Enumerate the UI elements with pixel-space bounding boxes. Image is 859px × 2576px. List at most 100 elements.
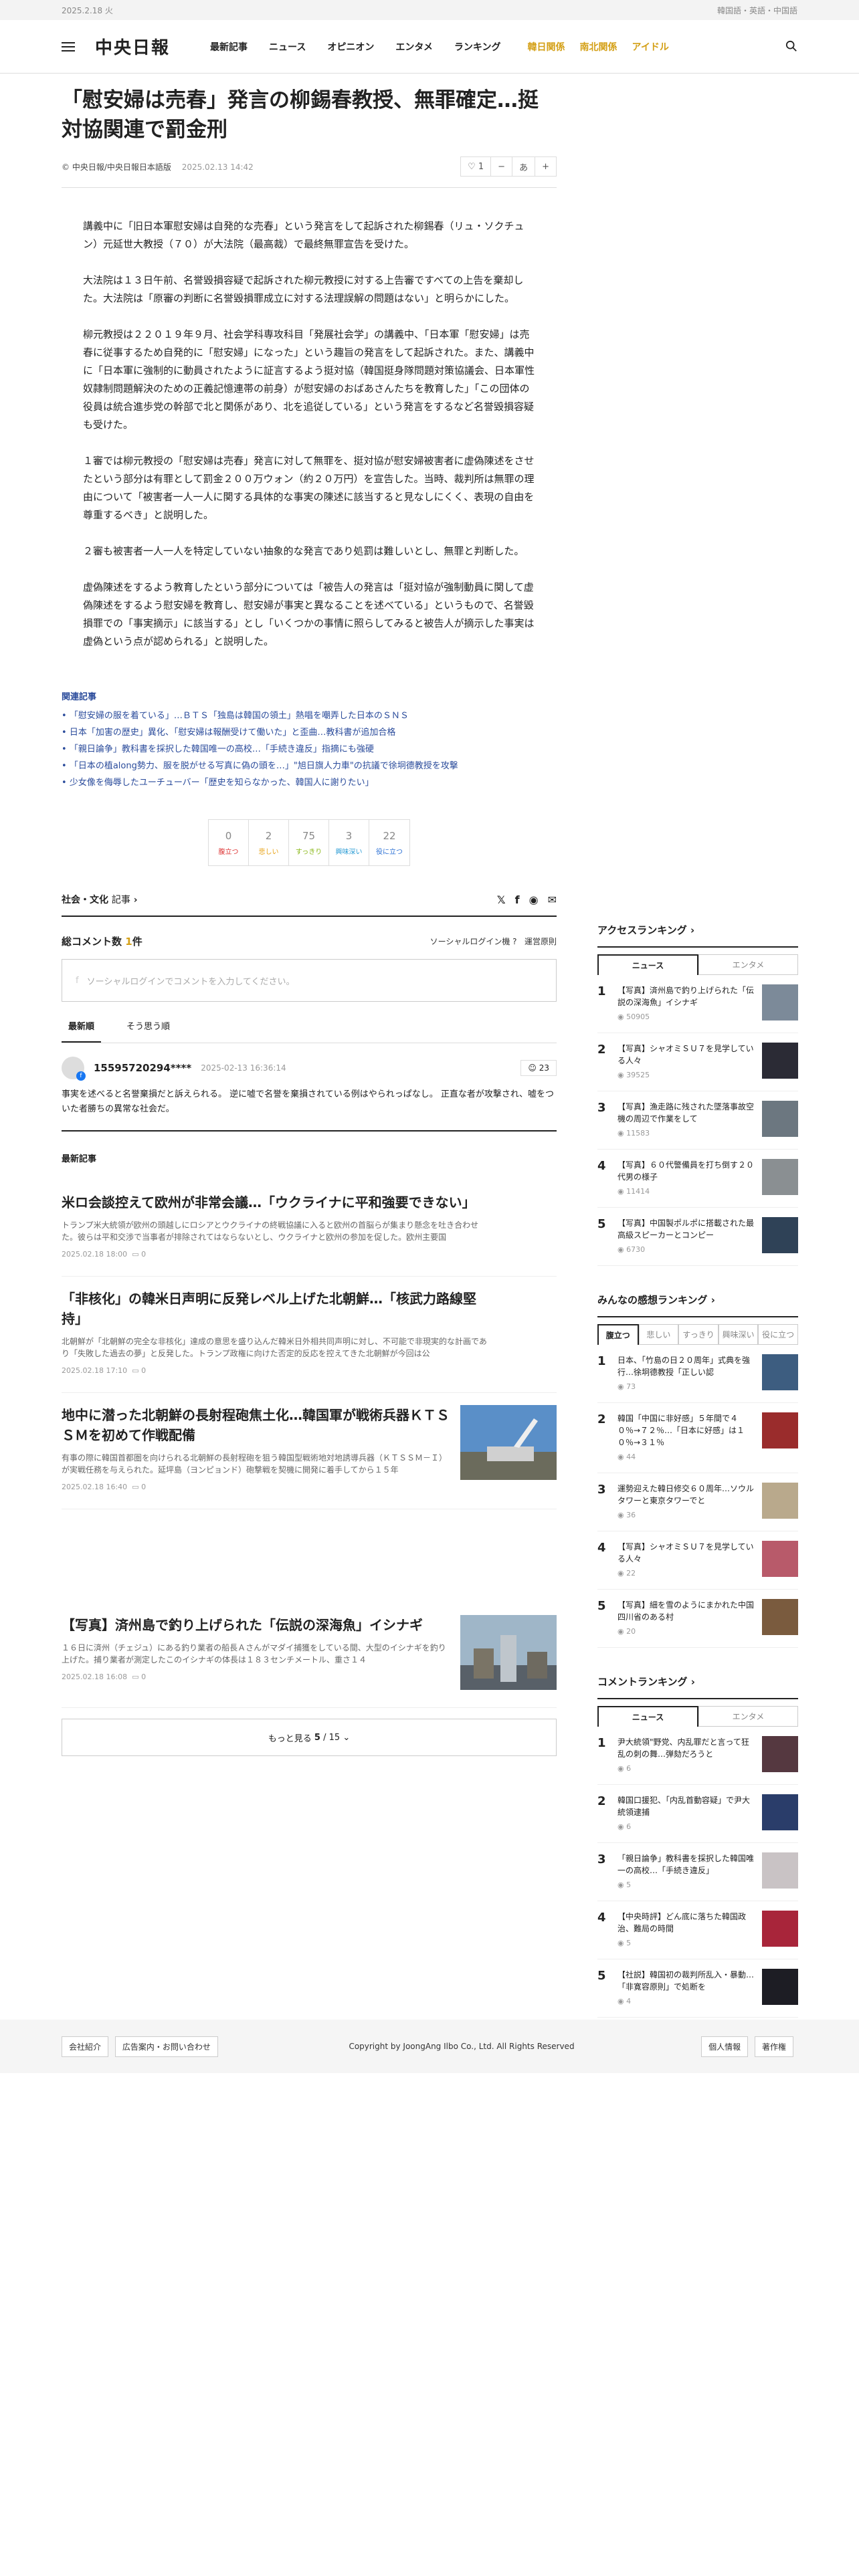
category-suffix[interactable]: 記事: [112, 895, 130, 905]
font-increase-button[interactable]: +: [535, 157, 556, 176]
ranking-thumbnail[interactable]: [762, 1794, 798, 1830]
tab-angry[interactable]: 腹立つ: [597, 1324, 639, 1345]
latest-article[interactable]: 【写真】済州島で釣り上げられた「伝説の深海魚」イシナギ １６日に済州（チェジュ）に…: [62, 1603, 557, 1708]
tab-interesting[interactable]: 興味深い: [718, 1324, 759, 1345]
ranking-item[interactable]: 5 【写真】細を雪のようにまかれた中国四川省のある村 ◉ 20: [597, 1590, 798, 1648]
more-button[interactable]: もっと見る 5 / 15 ⌄: [62, 1719, 557, 1756]
ranking-thumbnail[interactable]: [762, 1852, 798, 1889]
tab-news[interactable]: ニュース: [597, 1706, 698, 1727]
ranking-thumbnail[interactable]: [762, 1217, 798, 1253]
latest-article-title[interactable]: 米ロ会談控えて欧州が非常会議…「ウクライナに平和強要できない」: [62, 1192, 490, 1212]
comment-like-button[interactable]: ☺ 23: [520, 1060, 557, 1076]
ad-contact-link[interactable]: 広告案内・お問い合わせ: [114, 2036, 218, 2057]
ranking-title[interactable]: 【写真】中国製ポルポに搭載された最高級スピーカーとコンピー: [617, 1217, 755, 1241]
ranking-title[interactable]: 「親日論争」教科書を採択した韓国唯一の高校…「手続き違反」: [617, 1852, 755, 1876]
latest-article-title[interactable]: 「非核化」の韓米日声明に反発レベル上げた北朝鮮…「核武力路線堅持」: [62, 1289, 490, 1329]
comment-input[interactable]: f ソーシャルログインでコメントを入力してください。: [62, 959, 557, 1002]
ranking-item[interactable]: 5 【社説】韓国初の裁判所乱入・暴動…「非寛容原則」で処断を ◉ 4: [597, 1959, 798, 2018]
emotion-ranking-heading[interactable]: みんなの感想ランキング: [597, 1294, 708, 1306]
ranking-item[interactable]: 1 日本、「竹島の日２０周年」式典を強行…徐坰德教授「正しい認 ◉ 73: [597, 1345, 798, 1403]
related-link[interactable]: 少女像を侮辱したユーチューバー「歴史を知らなかった、韓国人に謝りたい」: [62, 774, 557, 791]
ranking-title[interactable]: 【写真】済州島で釣り上げられた「伝説の深海魚」イシナギ: [617, 984, 755, 1008]
latest-article[interactable]: 米ロ会談控えて欧州が非常会議…「ウクライナに平和強要できない」 トランプ米大統領が…: [62, 1180, 557, 1277]
related-link[interactable]: 「日本の植along勢力、服を脱がせる写真に偽の頭を…」"旭日旗人力車"の抗議で…: [62, 758, 557, 774]
tab-refreshing[interactable]: すっきり: [678, 1324, 719, 1345]
nav-opinion[interactable]: オピニオン: [327, 40, 374, 53]
nav-entertainment[interactable]: エンタメ: [395, 40, 433, 53]
ranking-item[interactable]: 1 【写真】済州島で釣り上げられた「伝説の深海魚」イシナギ ◉ 50905: [597, 975, 798, 1033]
company-link[interactable]: 会社紹介: [62, 2036, 109, 2057]
menu-icon[interactable]: [62, 41, 75, 51]
ranking-thumbnail[interactable]: [762, 1911, 798, 1947]
language-links[interactable]: 韓国語・英語・中国語: [717, 5, 797, 16]
ranking-thumbnail[interactable]: [762, 1101, 798, 1137]
ranking-thumbnail[interactable]: [762, 1043, 798, 1079]
ranking-item[interactable]: 4 【写真】６０代警備員を打ち倒す２０代男の様子 ◉ 11414: [597, 1150, 798, 1208]
ranking-thumbnail[interactable]: [762, 1412, 798, 1448]
ranking-title[interactable]: 運勢迎えた韓日修交６０周年…ソウルタワーと東京タワーでと: [617, 1483, 755, 1507]
ranking-item[interactable]: 4 【中央時評】どん底に落ちた韓国政治、難局の時間 ◉ 5: [597, 1901, 798, 1959]
nav-ranking[interactable]: ランキング: [454, 40, 501, 53]
ranking-title[interactable]: 【写真】シャオミＳＵ７を見学している人々: [617, 1043, 755, 1067]
ranking-thumbnail[interactable]: [762, 1483, 798, 1519]
nav-korea-japan[interactable]: 韓日関係: [528, 40, 565, 53]
font-decrease-button[interactable]: −: [491, 157, 513, 176]
ranking-title[interactable]: 【中央時評】どん底に落ちた韓国政治、難局の時間: [617, 1911, 755, 1935]
nav-north-south[interactable]: 南北関係: [580, 40, 617, 53]
search-icon[interactable]: [785, 40, 797, 52]
ranking-item[interactable]: 2 韓国「中国に非好感」５年間で４０％→７２％…「日本に好感」は１０％→３１％ ◉ …: [597, 1403, 798, 1473]
latest-article[interactable]: 地中に潜った北朝鮮の長射程砲焦土化…韓国軍が戦術兵器ＫＴＳＳＭを初めて作戦配備有…: [62, 1393, 557, 1509]
reaction-button[interactable]: 2 悲しい: [249, 820, 289, 865]
ranking-item[interactable]: 4 【写真】シャオミＳＵ７を見学している人々 ◉ 22: [597, 1531, 798, 1590]
latest-article[interactable]: 「非核化」の韓米日声明に反発レベル上げた北朝鮮…「核武力路線堅持」 北朝鮮が「北朝…: [62, 1277, 557, 1393]
reaction-button[interactable]: 3 興味深い: [329, 820, 369, 865]
ranking-title[interactable]: 【写真】シャオミＳＵ７を見学している人々: [617, 1541, 755, 1565]
article-thumbnail[interactable]: [460, 1615, 557, 1690]
latest-article-title[interactable]: 地中に潜った北朝鮮の長射程砲焦土化…韓国軍が戦術兵器ＫＴＳＳＭを初めて作戦配備: [62, 1405, 450, 1445]
tab-agree[interactable]: そう思う順: [120, 1019, 177, 1043]
ranking-thumbnail[interactable]: [762, 1541, 798, 1577]
access-ranking-heading[interactable]: アクセスランキング: [597, 924, 687, 936]
tab-sad[interactable]: 悲しい: [638, 1324, 679, 1345]
reaction-button[interactable]: 22 役に立つ: [369, 820, 409, 865]
tab-entertainment[interactable]: エンタメ: [698, 954, 798, 975]
ranking-thumbnail[interactable]: [762, 1599, 798, 1635]
ranking-title[interactable]: 韓国「中国に非好感」５年間で４０％→７２％…「日本に好感」は１０％→３１％: [617, 1412, 755, 1448]
ranking-thumbnail[interactable]: [762, 1159, 798, 1195]
latest-article-title[interactable]: 【写真】済州島で釣り上げられた「伝説の深海魚」イシナギ: [62, 1615, 450, 1635]
related-link[interactable]: 「慰安婦の服を着ている」…ＢＴＳ「独島は韓国の領土」熱唱を嘲弄した日本のＳＮＳ: [62, 708, 557, 724]
nav-news[interactable]: ニュース: [269, 40, 306, 53]
tab-news[interactable]: ニュース: [597, 954, 698, 975]
tab-entertainment[interactable]: エンタメ: [698, 1706, 798, 1727]
mail-share-icon[interactable]: ✉: [548, 893, 557, 906]
nav-idol[interactable]: アイドル: [632, 40, 669, 53]
ranking-item[interactable]: 2 【写真】シャオミＳＵ７を見学している人々 ◉ 39525: [597, 1033, 798, 1091]
ranking-title[interactable]: 韓国口援犯、「内乱首動容疑」で尹大統領逮捕: [617, 1794, 755, 1818]
ranking-title[interactable]: 【写真】細を雪のようにまかれた中国四川省のある村: [617, 1599, 755, 1623]
policy-link[interactable]: 運営原則: [524, 937, 557, 946]
ranking-thumbnail[interactable]: [762, 1969, 798, 2005]
reaction-button[interactable]: 0 腹立つ: [209, 820, 249, 865]
ranking-title[interactable]: 【写真】漁走路に残された墜落事故空機の周辺で作業をして: [617, 1101, 755, 1125]
ranking-title[interactable]: 【社説】韓国初の裁判所乱入・暴動…「非寛容原則」で処断を: [617, 1969, 755, 1993]
ranking-item[interactable]: 1 尹大統領"野党、内乱罪だと言って狂乱の刺の舞…弾劾だろうと ◉ 6: [597, 1727, 798, 1785]
privacy-link[interactable]: 個人情報: [701, 2036, 749, 2057]
ranking-title[interactable]: 【写真】６０代警備員を打ち倒す２０代男の様子: [617, 1159, 755, 1183]
related-link[interactable]: 日本「加害の歴史」異化、「慰安婦は報酬受けて働いた」と歪曲…教科書が追加合格: [62, 724, 557, 741]
ranking-item[interactable]: 3 運勢迎えた韓日修交６０周年…ソウルタワーと東京タワーでと ◉ 36: [597, 1473, 798, 1531]
ranking-thumbnail[interactable]: [762, 1354, 798, 1390]
social-login-link[interactable]: ソーシャルログイン機: [430, 937, 510, 946]
like-button[interactable]: ♡ 1: [461, 157, 492, 176]
ranking-thumbnail[interactable]: [762, 1736, 798, 1772]
tab-newest[interactable]: 最新順: [62, 1019, 102, 1043]
category-label[interactable]: 社会・文化: [62, 895, 108, 905]
copyright-link[interactable]: 著作権: [754, 2036, 793, 2057]
ranking-item[interactable]: 3 【写真】漁走路に残された墜落事故空機の周辺で作業をして ◉ 11583: [597, 1091, 798, 1150]
ranking-item[interactable]: 5 【写真】中国製ポルポに搭載された最高級スピーカーとコンピー ◉ 6730: [597, 1208, 798, 1266]
ranking-title[interactable]: 尹大統領"野党、内乱罪だと言って狂乱の刺の舞…弾劾だろうと: [617, 1736, 755, 1760]
comment-ranking-heading[interactable]: コメントランキング: [597, 1676, 688, 1688]
ranking-title[interactable]: 日本、「竹島の日２０周年」式典を強行…徐坰德教授「正しい認: [617, 1354, 755, 1378]
ranking-thumbnail[interactable]: [762, 984, 798, 1021]
ranking-item[interactable]: 3 「親日論争」教科書を採択した韓国唯一の高校…「手続き違反」 ◉ 5: [597, 1843, 798, 1901]
site-logo[interactable]: 中央日報: [95, 34, 170, 59]
